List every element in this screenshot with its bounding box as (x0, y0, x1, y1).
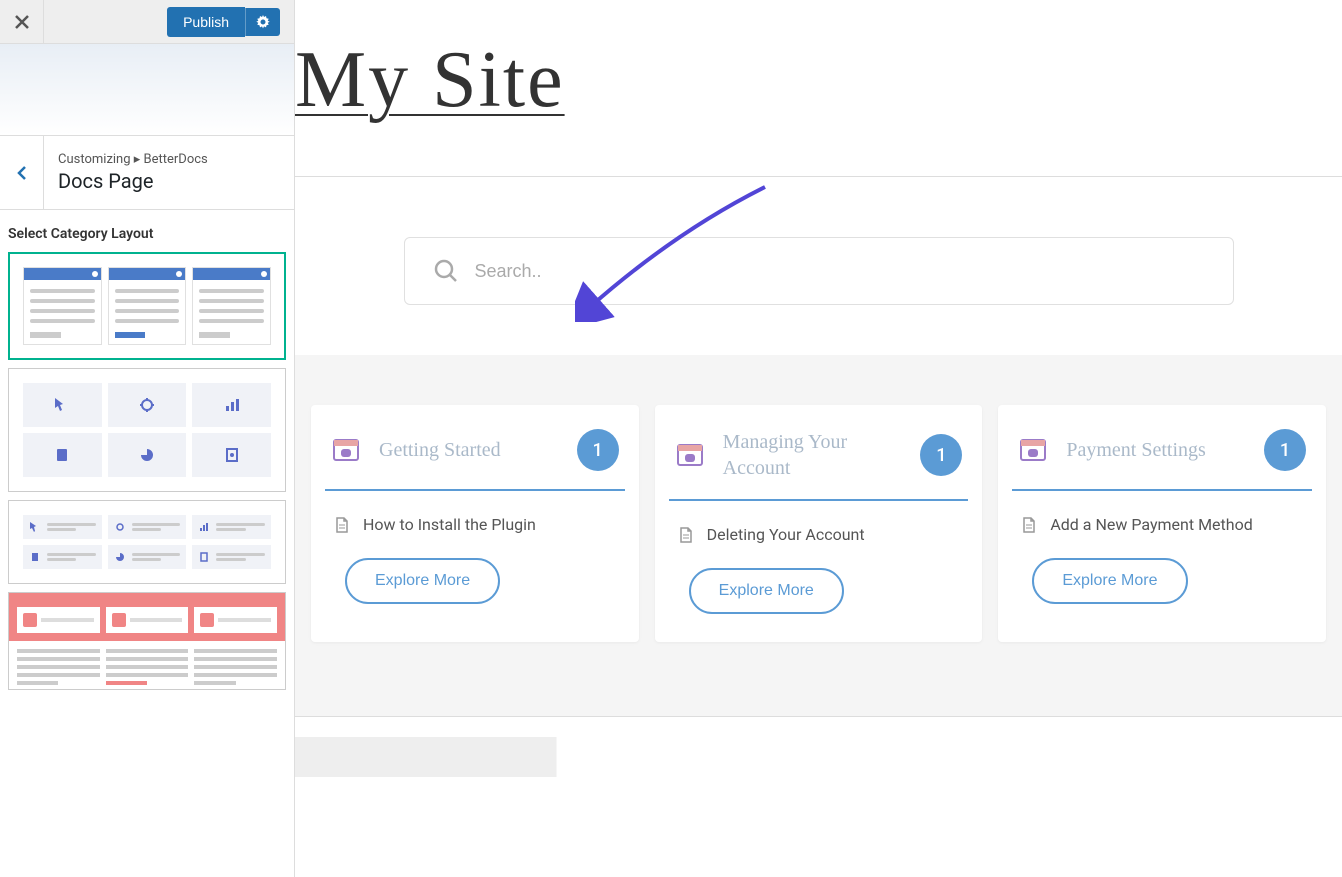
doc-item[interactable]: Add a New Payment Method (1012, 515, 1312, 558)
explore-more-button[interactable]: Explore More (345, 558, 500, 604)
footer-placeholder (295, 737, 1342, 777)
card-count-badge: 1 (577, 429, 619, 471)
chevron-left-icon (17, 165, 27, 181)
customizer-breadcrumb-row: Customizing ▸ BetterDocs Docs Page (0, 136, 294, 210)
doc-card: Payment Settings 1 Add a New Payment Met… (998, 405, 1326, 642)
document-icon (679, 527, 693, 543)
card-title[interactable]: Getting Started (379, 437, 559, 463)
customizer-topbar: Publish (0, 0, 294, 44)
doc-item-label: Deleting Your Account (707, 525, 865, 544)
doc-cards-row: Getting Started 1 How to Install the Plu… (295, 405, 1342, 642)
doc-item[interactable]: How to Install the Plugin (325, 515, 625, 558)
layout-option-1[interactable] (8, 252, 286, 360)
card-count-badge: 1 (920, 434, 962, 476)
doc-card: Managing Your Account 1 Deleting Your Ac… (655, 405, 983, 642)
section-label: Select Category Layout (0, 210, 294, 252)
category-icon (331, 435, 361, 465)
card-title[interactable]: Managing Your Account (723, 429, 903, 481)
card-count-badge: 1 (1264, 429, 1306, 471)
publish-button[interactable]: Publish (167, 7, 245, 37)
breadcrumb-title: Docs Page (58, 169, 208, 193)
category-icon (675, 440, 705, 470)
category-icon (1018, 435, 1048, 465)
search-box[interactable] (404, 237, 1234, 305)
close-icon (15, 15, 29, 29)
layout-option-4[interactable] (8, 592, 286, 690)
site-title[interactable]: My Site (295, 35, 1342, 126)
breadcrumb-path: Customizing ▸ BetterDocs (58, 152, 208, 167)
close-button[interactable] (0, 0, 44, 44)
back-button[interactable] (0, 136, 44, 209)
layout-option-2[interactable] (8, 368, 286, 492)
preview-pane: My Site Getting Started 1 (295, 0, 1342, 877)
customizer-sidebar: Publish Customizing ▸ BetterDocs Docs Pa… (0, 0, 295, 877)
publish-settings-button[interactable] (245, 8, 280, 36)
doc-item-label: How to Install the Plugin (363, 515, 536, 534)
explore-more-button[interactable]: Explore More (689, 568, 844, 614)
card-title[interactable]: Payment Settings (1066, 437, 1246, 463)
search-input[interactable] (475, 261, 1205, 282)
explore-more-button[interactable]: Explore More (1032, 558, 1187, 604)
layout-option-3[interactable] (8, 500, 286, 584)
site-preview-thumbnail (0, 44, 294, 136)
doc-card: Getting Started 1 How to Install the Plu… (311, 405, 639, 642)
document-icon (1022, 517, 1036, 533)
search-icon (433, 258, 459, 284)
gear-icon (256, 15, 270, 29)
doc-item[interactable]: Deleting Your Account (669, 525, 969, 568)
doc-item-label: Add a New Payment Method (1050, 515, 1252, 534)
layout-options-list (0, 252, 294, 877)
document-icon (335, 517, 349, 533)
